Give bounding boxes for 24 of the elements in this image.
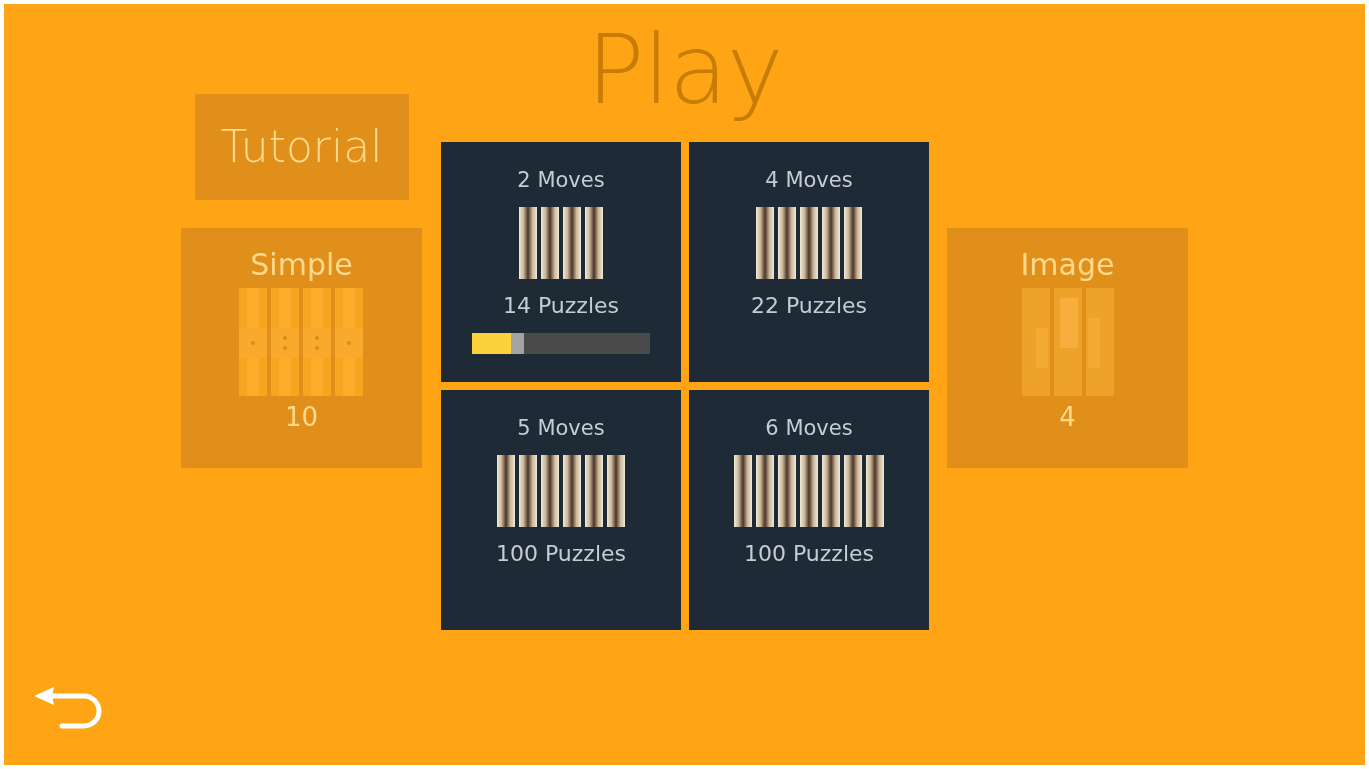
level-card[interactable]: 6 Moves 100 Puzzles: [689, 390, 929, 630]
moves-label: 4 Moves: [765, 170, 853, 191]
level-card[interactable]: 2 Moves 14 Puzzles: [441, 142, 681, 382]
puzzle-strips-icon: [756, 207, 862, 279]
image-strips-icon: [1021, 288, 1114, 396]
moves-label: 6 Moves: [765, 418, 853, 439]
moves-label: 2 Moves: [517, 170, 605, 191]
level-card[interactable]: 4 Moves 22 Puzzles: [689, 142, 929, 382]
puzzle-count: 14 Puzzles: [503, 295, 619, 317]
strips-icon: [238, 288, 365, 396]
puzzle-count: 4: [1059, 404, 1076, 430]
progress-marker: [511, 333, 525, 354]
puzzle-count: 22 Puzzles: [751, 295, 867, 317]
mode-title: Image: [1020, 250, 1115, 280]
puzzle-count: 10: [284, 404, 319, 430]
puzzle-count: 100 Puzzles: [496, 543, 626, 565]
level-card[interactable]: 5 Moves 100 Puzzles: [441, 390, 681, 630]
puzzle-strips-icon: [519, 207, 603, 279]
puzzle-strips-icon: [497, 455, 625, 527]
puzzle-count: 100 Puzzles: [744, 543, 874, 565]
mode-title: Simple: [250, 250, 353, 280]
back-button[interactable]: [32, 686, 102, 732]
moves-label: 5 Moves: [517, 418, 605, 439]
puzzle-strips-icon: [734, 455, 884, 527]
